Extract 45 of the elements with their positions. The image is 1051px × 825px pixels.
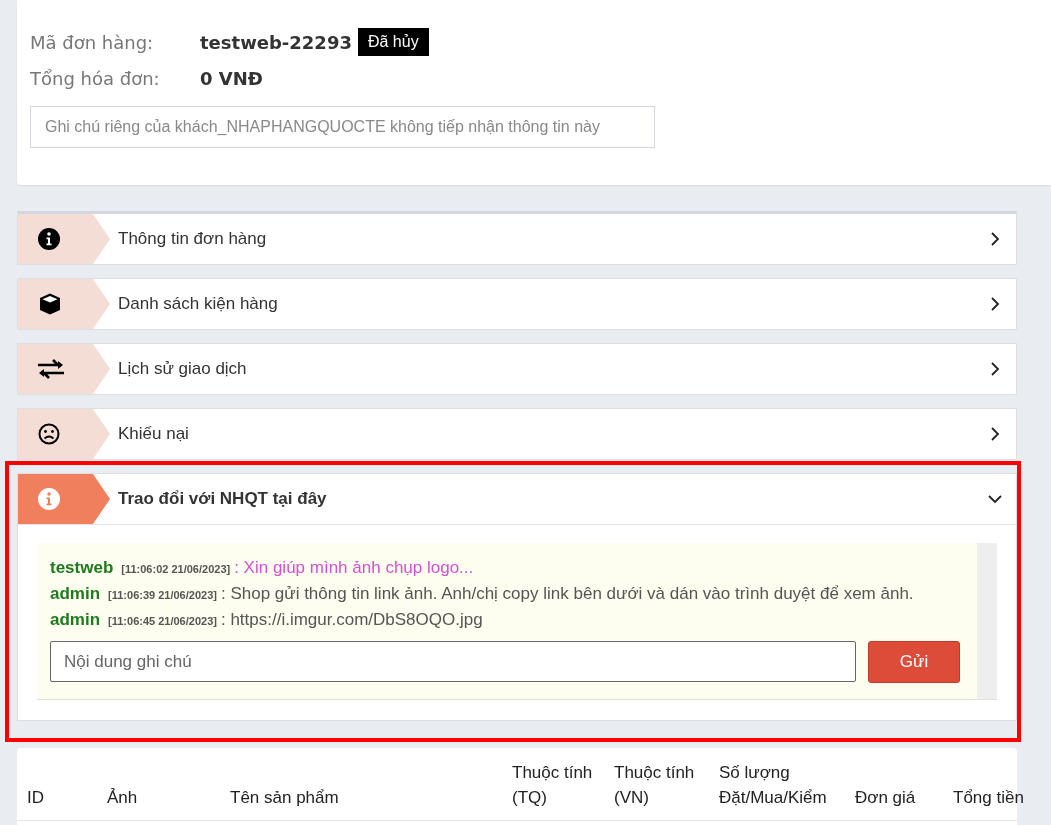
chevron-right-icon (988, 362, 1002, 376)
column-header: Đơn giá (855, 787, 917, 809)
accordion-header[interactable]: Trao đổi với NHQT tại đây (18, 474, 1016, 525)
chevron-right-icon (988, 297, 1002, 311)
info-icon (38, 228, 60, 250)
chat-message: : https://i.imgur.com/DbS8OQO.jpg (220, 610, 483, 629)
cube-icon (38, 292, 62, 316)
column-header: ID (27, 787, 45, 809)
column-header: Số lượng Đặt/Mua/Kiểm (719, 762, 828, 809)
section-title: Lịch sử giao dịch (118, 359, 248, 379)
field-label: Tổng hóa đơn: (30, 67, 161, 89)
accordion-header[interactable]: Khiếu nại (18, 409, 1016, 459)
column-header: Thuộc tính (TQ) (512, 762, 594, 809)
order-total: 0 VNĐ (200, 67, 263, 89)
column-header: Tên sản phẩm (230, 787, 340, 809)
chat-timestamp: [11:06:39 21/06/2023] (108, 589, 217, 601)
accordion-header[interactable]: Thông tin đơn hàng (18, 214, 1016, 264)
chat-username: testweb (50, 558, 114, 577)
chat-username: admin (50, 584, 101, 603)
section-title: Danh sách kiện hàng (118, 294, 279, 314)
column-header: Tổng tiền (953, 787, 1025, 809)
chat-message: : Xin giúp mình ảnh chụp logo... (234, 558, 474, 577)
chevron-right-icon (988, 427, 1002, 441)
chevron-down-icon (988, 492, 1002, 506)
field-label: Mã đơn hàng: (30, 31, 155, 53)
section-title: Trao đổi với NHQT tại đây (118, 489, 328, 509)
swap-arrows-icon (38, 359, 64, 379)
column-header: Thuộc tính (VN) (614, 762, 696, 809)
chat-timestamp: [11:06:02 21/06/2023] (121, 563, 231, 575)
status-badge: Đã hủy (357, 28, 429, 56)
chat-message: : Shop gửi thông tin link ảnh. Anh/chị copy link bên dưới và dán vào trình duyệt để xem ảnh. (220, 584, 914, 603)
section-title: Thông tin đơn hàng (118, 229, 268, 249)
chevron-right-icon (988, 232, 1002, 246)
frown-icon (38, 423, 60, 445)
order-code: testweb-22293 (200, 31, 352, 53)
column-header: Ảnh (107, 787, 139, 809)
accordion-header[interactable]: Danh sách kiện hàng (18, 279, 1016, 329)
info-icon (38, 488, 60, 510)
section-title: Khiếu nại (118, 424, 190, 444)
chat-username: admin (50, 610, 101, 629)
send-button[interactable]: Gửi (868, 641, 960, 683)
message-input-field[interactable]: Nội dung ghi chú (50, 641, 856, 682)
note-field[interactable]: Ghi chú riêng của khách_NHAPHANGQUOCTE không tiếp nhận thông tin này (30, 106, 655, 148)
accordion-header[interactable]: Lịch sử giao dịch (18, 344, 1016, 394)
chat-timestamp: [11:06:45 21/06/2023] (108, 615, 217, 627)
